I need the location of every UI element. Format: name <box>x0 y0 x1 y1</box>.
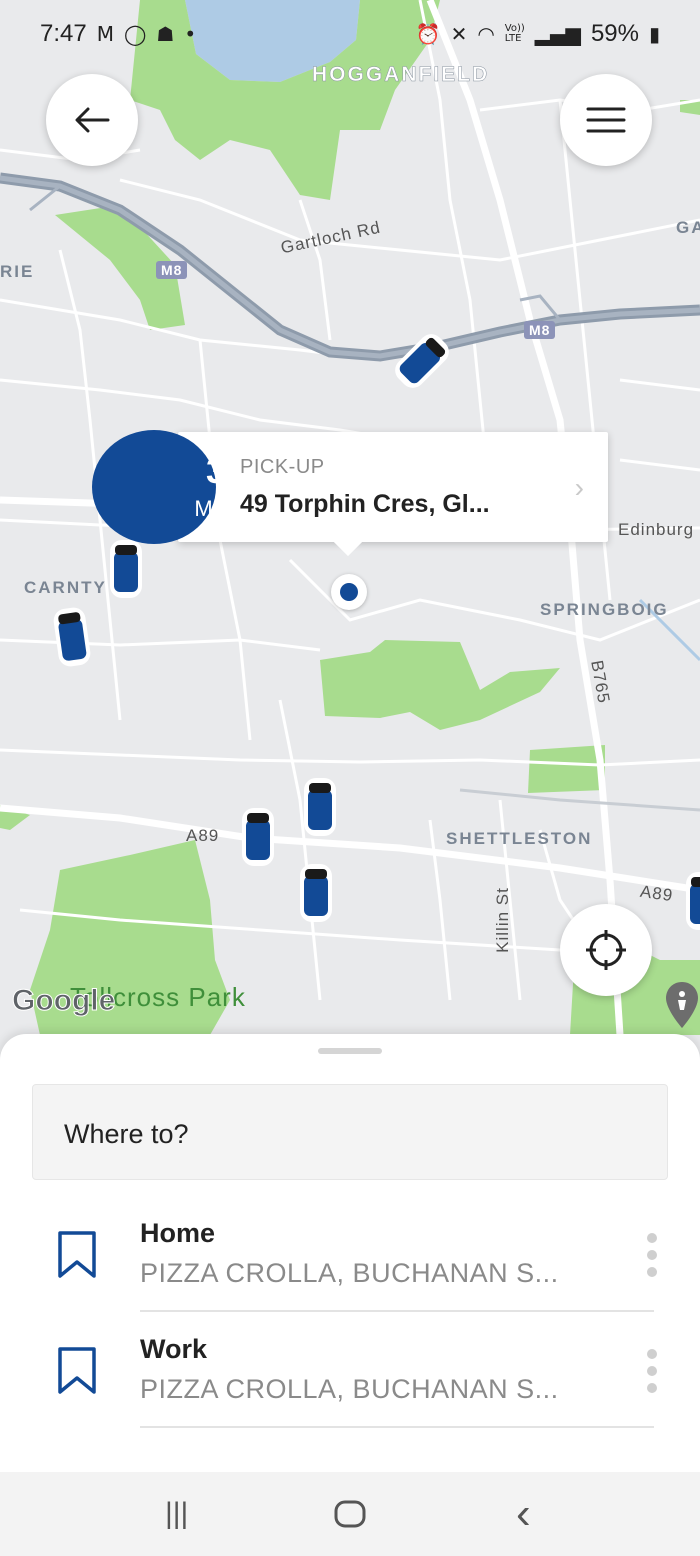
arrow-left-icon <box>75 107 110 133</box>
map-label-shettleston: SHETTLESTON <box>446 829 593 848</box>
more-options-icon[interactable] <box>642 1230 662 1280</box>
volte-icon: Vo)) LTE <box>504 23 525 44</box>
recent-apps-button[interactable]: ||| <box>147 1484 207 1544</box>
recenter-button[interactable] <box>560 904 652 996</box>
saved-place-address: PIZZA CROLLA, BUCHANAN S... <box>140 1258 559 1288</box>
eta-minutes: 3 <box>205 450 227 491</box>
taxi-car-icon <box>300 864 332 922</box>
pegman-icon[interactable] <box>664 980 700 1030</box>
taxi-car-icon <box>242 808 274 866</box>
snapchat-icon: ☗ <box>156 22 175 46</box>
map-label-rie: RIE <box>0 262 35 281</box>
map-label-ga: GA <box>676 218 700 237</box>
bookmark-icon <box>58 1231 96 1278</box>
home-button[interactable] <box>320 1484 380 1544</box>
map-label-killin-st: Killin St <box>492 887 512 953</box>
whatsapp-icon: ◯ <box>123 22 147 46</box>
gmail-icon: M <box>96 22 114 46</box>
status-time: 7:47 <box>40 20 87 47</box>
search-placeholder: Where to? <box>64 1119 189 1149</box>
eta-unit: MIN <box>194 496 238 521</box>
map-label-edinburgh: Edinburg <box>618 520 695 539</box>
saved-place-title: Home <box>140 1218 216 1248</box>
chevron-right-icon: › <box>574 472 584 503</box>
signal-icon: ▂▄▆ <box>534 22 581 46</box>
taxi-car-icon <box>304 778 336 836</box>
divider <box>140 1426 654 1428</box>
battery-icon: ▮ <box>648 22 660 46</box>
eta-badge: 3 MIN <box>92 430 237 544</box>
alarm-icon: ⏰ <box>415 22 441 46</box>
taxi-car-icon <box>686 872 700 930</box>
dot-icon: • <box>184 22 197 46</box>
destination-search-field[interactable]: Where to? <box>32 1084 668 1180</box>
map-label-carnty: CARNTY <box>24 578 107 597</box>
map-label-a89: A89 <box>186 826 220 845</box>
google-logo: Google <box>11 984 116 1018</box>
bookmark-icon <box>58 1347 96 1394</box>
system-nav-bar: ||| ‹ <box>0 1472 700 1556</box>
sheet-drag-handle[interactable] <box>318 1048 382 1054</box>
more-options-icon[interactable] <box>642 1346 662 1396</box>
map-label-springboig: SPRINGBOIG <box>540 600 669 619</box>
m8-shield: M8 <box>156 261 188 279</box>
menu-button[interactable] <box>560 74 652 166</box>
back-button[interactable] <box>46 74 138 166</box>
bottom-sheet: Where to? Home PIZZA CROLLA, BUCHANAN S.… <box>0 1034 700 1474</box>
crosshair-icon <box>586 930 626 970</box>
saved-place-home[interactable]: Home PIZZA CROLLA, BUCHANAN S... <box>0 1200 700 1316</box>
home-icon <box>334 1500 366 1528</box>
mute-icon: ✕ <box>450 22 468 46</box>
divider <box>140 1310 654 1312</box>
hamburger-icon <box>586 107 626 133</box>
saved-place-work[interactable]: Work PIZZA CROLLA, BUCHANAN S... <box>0 1316 700 1432</box>
current-location-dot <box>331 574 367 610</box>
back-nav-button[interactable]: ‹ <box>493 1484 553 1544</box>
status-bar: 7:47 M ◯ ☗ • ⏰ ✕ ◠ Vo)) LTE ▂▄▆ 59% ▮ <box>0 0 700 68</box>
saved-place-title: Work <box>140 1334 208 1364</box>
taxi-car-icon <box>110 540 142 598</box>
wifi-icon: ◠ <box>477 22 495 46</box>
m8-shield: M8 <box>524 321 556 339</box>
saved-place-address: PIZZA CROLLA, BUCHANAN S... <box>140 1374 559 1404</box>
battery-percent: 59% <box>590 20 639 47</box>
